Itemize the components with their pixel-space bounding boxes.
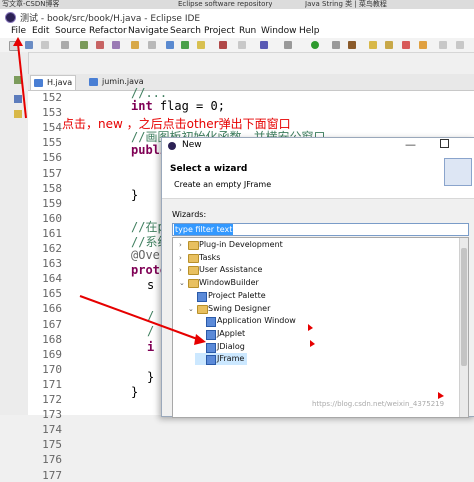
red-mark <box>310 340 315 347</box>
arrow-head-jframe <box>194 334 206 345</box>
arrow-head-file <box>13 37 23 46</box>
line-number: 177 <box>42 468 62 482</box>
red-mark <box>438 392 444 399</box>
line-number: 176 <box>42 453 62 467</box>
line-number: 174 <box>42 423 62 437</box>
arrow-to-file-menu <box>17 43 27 119</box>
annotation-overlay <box>13 37 444 399</box>
line-number: 175 <box>42 438 62 452</box>
arrow-to-jframe <box>79 295 201 341</box>
red-mark <box>308 324 313 331</box>
